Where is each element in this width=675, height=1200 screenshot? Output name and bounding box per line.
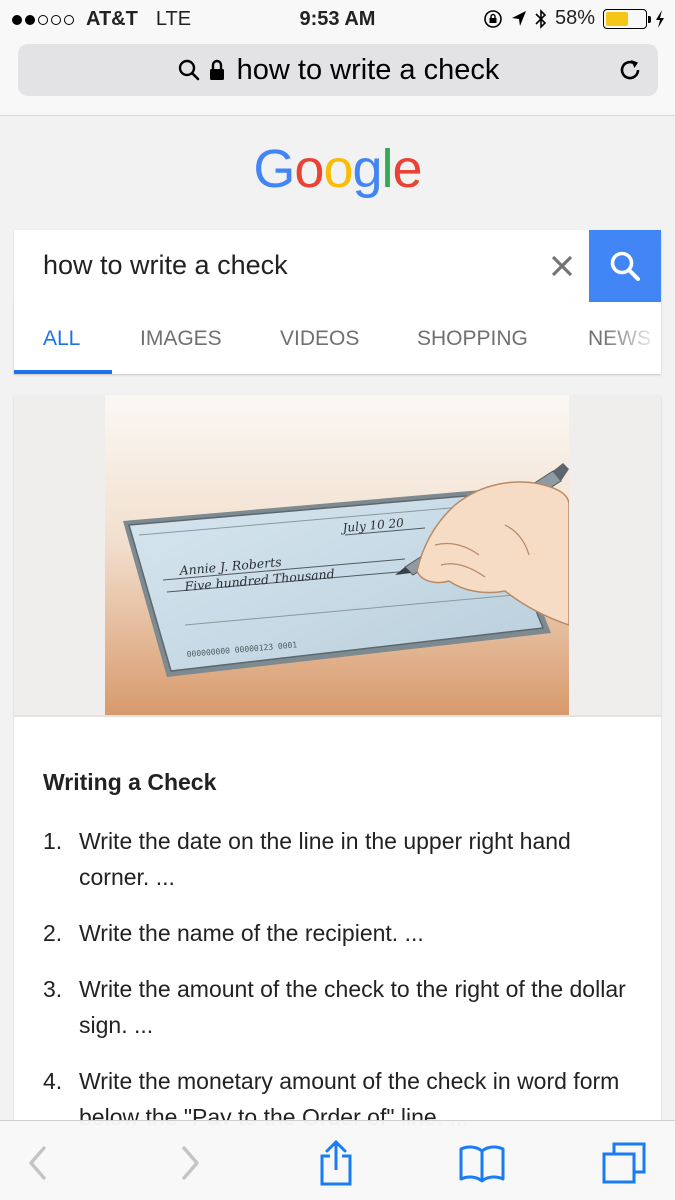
forward-icon xyxy=(182,1146,199,1180)
result-image-area[interactable]: July 10 20 Annie J. Roberts Five hundred… xyxy=(14,395,661,717)
logo-letter: o xyxy=(294,139,324,199)
tabs-icon xyxy=(602,1142,646,1184)
search-icon xyxy=(610,251,640,281)
back-button[interactable] xyxy=(14,1141,62,1185)
status-bar: AT&T LTE 9:53 AM 58% xyxy=(0,0,675,38)
browser-address-area: how to write a check xyxy=(0,38,675,116)
step-text: Write the name of the recipient. ... xyxy=(79,920,424,946)
list-item: 4. Write the monetary amount of the check… xyxy=(43,1063,643,1125)
share-icon xyxy=(320,1140,352,1186)
tab-videos[interactable]: VIDEOS xyxy=(280,327,359,351)
step-text: Write the date on the line in the upper … xyxy=(79,828,571,890)
forward-button[interactable] xyxy=(166,1141,214,1185)
tab-shopping[interactable]: SHOPPING xyxy=(417,327,528,351)
search-input[interactable]: how to write a check xyxy=(43,250,288,281)
logo-letter: G xyxy=(253,139,295,199)
lock-icon xyxy=(209,59,224,80)
logo-letter: o xyxy=(323,139,353,199)
step-text: Write the monetary amount of the check i… xyxy=(79,1068,620,1125)
tabs-fade xyxy=(601,302,661,374)
bookmarks-button[interactable] xyxy=(458,1141,506,1185)
battery-level xyxy=(606,11,629,26)
location-icon xyxy=(511,10,526,26)
search-box: how to write a check xyxy=(14,230,661,302)
clear-search-button[interactable] xyxy=(540,244,584,288)
check-writing-illustration[interactable]: July 10 20 Annie J. Roberts Five hundred… xyxy=(105,395,569,715)
step-number: 2. xyxy=(43,920,63,946)
address-bar[interactable]: how to write a check xyxy=(18,44,658,96)
rotation-lock-icon xyxy=(484,9,502,28)
tab-all[interactable]: ALL xyxy=(43,327,80,351)
battery-percent: 58% xyxy=(554,7,595,29)
snippet-heading: Writing a Check xyxy=(43,769,217,795)
step-number: 1. xyxy=(43,828,63,854)
list-item: 1. Write the date on the line in the uppe… xyxy=(43,823,643,895)
logo-letter: l xyxy=(381,139,394,199)
logo-letter: e xyxy=(392,139,423,199)
tabs-button[interactable] xyxy=(600,1141,648,1185)
share-button[interactable] xyxy=(312,1140,360,1186)
search-tabs: ALL IMAGES VIDEOS SHOPPING NEWS xyxy=(14,302,661,374)
logo-letter: g xyxy=(352,139,383,199)
battery-icon xyxy=(603,8,651,29)
close-icon xyxy=(551,255,573,277)
active-tab-indicator xyxy=(14,370,112,374)
bookmarks-icon xyxy=(459,1145,505,1183)
list-item: 2. Write the name of the recipient. ... xyxy=(43,915,643,951)
step-number: 4. xyxy=(43,1068,63,1094)
step-number: 3. xyxy=(43,976,63,1002)
google-logo[interactable]: Google xyxy=(0,138,675,200)
bluetooth-icon xyxy=(535,8,547,29)
steps-list: 1. Write the date on the line in the uppe… xyxy=(43,823,643,1125)
reload-icon[interactable] xyxy=(616,56,644,84)
back-icon xyxy=(29,1146,46,1180)
charging-icon xyxy=(656,9,664,28)
url-text: how to write a check xyxy=(236,53,500,86)
search-button[interactable] xyxy=(589,230,661,302)
step-text: Write the amount of the check to the rig… xyxy=(79,976,626,1038)
browser-toolbar xyxy=(0,1120,675,1200)
list-item: 3. Write the amount of the check to the r… xyxy=(43,971,643,1043)
featured-snippet-card: July 10 20 Annie J. Roberts Five hundred… xyxy=(14,395,661,1125)
status-right: 58% xyxy=(483,7,665,30)
tab-images[interactable]: IMAGES xyxy=(140,327,222,351)
search-icon xyxy=(178,59,199,81)
